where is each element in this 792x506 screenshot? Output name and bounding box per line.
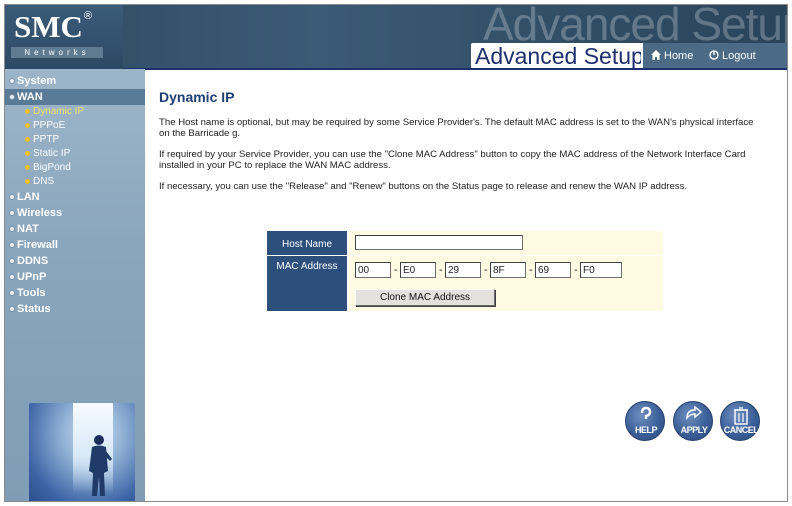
smc-logo: SMC ® Networks: [5, 5, 123, 69]
dynamic-ip-form: Host Name MAC Address - - - - - Clone MA…: [267, 231, 663, 311]
host-name-label: Host Name: [281, 239, 332, 250]
sidebar-item-status[interactable]: Status: [5, 301, 145, 317]
bullet-icon: [9, 94, 15, 100]
sidebar-item-ddns[interactable]: DDNS: [5, 253, 145, 269]
mac-separator: -: [529, 264, 533, 276]
bullet-icon: [9, 226, 15, 232]
logout-icon: [709, 50, 719, 60]
apply-button-label: APPLY: [680, 425, 708, 435]
sidebar-item-upnp[interactable]: UPnP: [5, 269, 145, 285]
page-title: Dynamic IP: [159, 89, 235, 105]
sidebar-item-label: Status: [17, 303, 51, 315]
mac-separator: -: [394, 264, 398, 276]
sidebar-subitem-dns[interactable]: DNS: [5, 175, 145, 189]
page-section-title: Advanced Setup: [475, 43, 644, 69]
sidebar-item-tools[interactable]: Tools: [5, 285, 145, 301]
sidebar-item-label: LAN: [17, 191, 40, 203]
trash-can-icon: [734, 407, 748, 425]
bullet-icon: [9, 242, 15, 248]
bullet-icon: [25, 123, 30, 128]
mac-octet-5-input[interactable]: [535, 262, 571, 278]
sidebar-subitem-static-ip[interactable]: Static IP: [5, 147, 145, 161]
sidebar-subitem-label: PPPoE: [33, 120, 66, 131]
registered-mark: ®: [84, 10, 93, 22]
bullet-icon: [25, 165, 30, 170]
bullet-icon: [9, 258, 15, 264]
home-link-label: Home: [664, 50, 694, 62]
bullet-icon: [9, 78, 15, 84]
cancel-button[interactable]: CANCEL: [720, 401, 760, 441]
sidebar-item-system[interactable]: System: [5, 73, 145, 89]
sidebar-nav: System WAN Dynamic IP PPPoE PPTP Static …: [5, 73, 145, 317]
mac-separator: -: [484, 264, 488, 276]
logo-text: SMC: [14, 9, 83, 44]
bullet-icon: [9, 290, 15, 296]
home-icon: [651, 50, 661, 60]
sidebar-subitem-dynamic-ip[interactable]: Dynamic IP: [5, 105, 145, 119]
sidebar-subitem-label: Static IP: [33, 148, 71, 159]
sidebar-item-label: DDNS: [17, 255, 49, 267]
mac-separator: -: [439, 264, 443, 276]
bullet-icon: [9, 194, 15, 200]
help-button-label: HELP: [634, 425, 658, 435]
sidebar-item-label: NAT: [17, 223, 39, 235]
sidebar: System WAN Dynamic IP PPPoE PPTP Static …: [5, 69, 145, 501]
home-link[interactable]: Home: [651, 50, 693, 62]
router-window: SMC ® Networks Advanced Setup Advanced S…: [4, 4, 788, 502]
bullet-icon: [9, 210, 15, 216]
decorative-photo: [29, 403, 135, 501]
bullet-icon: [9, 306, 15, 312]
sidebar-item-firewall[interactable]: Firewall: [5, 237, 145, 253]
question-mark-icon: [640, 406, 652, 419]
sidebar-subitem-pppoe[interactable]: PPPoE: [5, 119, 145, 133]
sidebar-item-label: Tools: [17, 287, 46, 299]
sidebar-item-label: Firewall: [17, 239, 58, 251]
sidebar-subitem-label: Dynamic IP: [33, 106, 85, 117]
sidebar-subitem-label: BigPond: [33, 162, 71, 173]
description-paragraph: The Host name is optional, but may be re…: [159, 117, 754, 139]
bullet-icon: [25, 109, 30, 114]
host-name-input[interactable]: [355, 235, 523, 250]
sidebar-item-wireless[interactable]: Wireless: [5, 205, 145, 221]
sidebar-item-nat[interactable]: NAT: [5, 221, 145, 237]
mac-separator: -: [574, 264, 578, 276]
sidebar-subitem-bigpond[interactable]: BigPond: [5, 161, 145, 175]
help-button[interactable]: HELP: [625, 401, 665, 441]
form-divider: [267, 255, 347, 256]
form-divider: [349, 255, 663, 256]
header-banner: SMC ® Networks Advanced Setup Advanced S…: [5, 5, 787, 69]
logout-link[interactable]: Logout: [709, 50, 756, 62]
sidebar-subitem-label: PPTP: [33, 134, 60, 145]
mac-octet-6-input[interactable]: [580, 262, 622, 278]
mac-octet-3-input[interactable]: [445, 262, 481, 278]
cancel-button-label: CANCEL: [723, 425, 759, 435]
main-content: Dynamic IP The Host name is optional, bu…: [159, 89, 779, 202]
sidebar-item-label: WAN: [17, 91, 43, 103]
apply-arrow-icon: [686, 406, 703, 421]
mac-octet-1-input[interactable]: [355, 262, 391, 278]
sidebar-item-wan[interactable]: WAN: [5, 89, 145, 105]
sidebar-item-label: System: [17, 75, 57, 87]
person-silhouette-icon: [89, 435, 112, 496]
description-paragraph: If necessary, you can use the "Release" …: [159, 181, 688, 192]
header-links: Home Logout: [641, 43, 787, 69]
bullet-icon: [25, 179, 30, 184]
bullet-icon: [25, 137, 30, 142]
sidebar-item-label: Wireless: [17, 207, 63, 219]
mac-address-label: MAC Address: [276, 261, 338, 272]
sidebar-subitem-pptp[interactable]: PPTP: [5, 133, 145, 147]
sidebar-item-lan[interactable]: LAN: [5, 189, 145, 205]
logo-networks: Networks: [11, 47, 103, 58]
mac-octet-2-input[interactable]: [400, 262, 436, 278]
logout-link-label: Logout: [722, 50, 756, 62]
description-paragraph: If required by your Service Provider, yo…: [159, 149, 746, 171]
sidebar-subitem-label: DNS: [33, 176, 55, 187]
apply-button[interactable]: APPLY: [673, 401, 713, 441]
bullet-icon: [25, 151, 30, 156]
clone-mac-address-button[interactable]: Clone MAC Address: [355, 289, 495, 306]
sidebar-item-label: UPnP: [17, 271, 47, 283]
bullet-icon: [9, 274, 15, 280]
mac-octet-4-input[interactable]: [490, 262, 526, 278]
header-divider: [123, 68, 787, 70]
